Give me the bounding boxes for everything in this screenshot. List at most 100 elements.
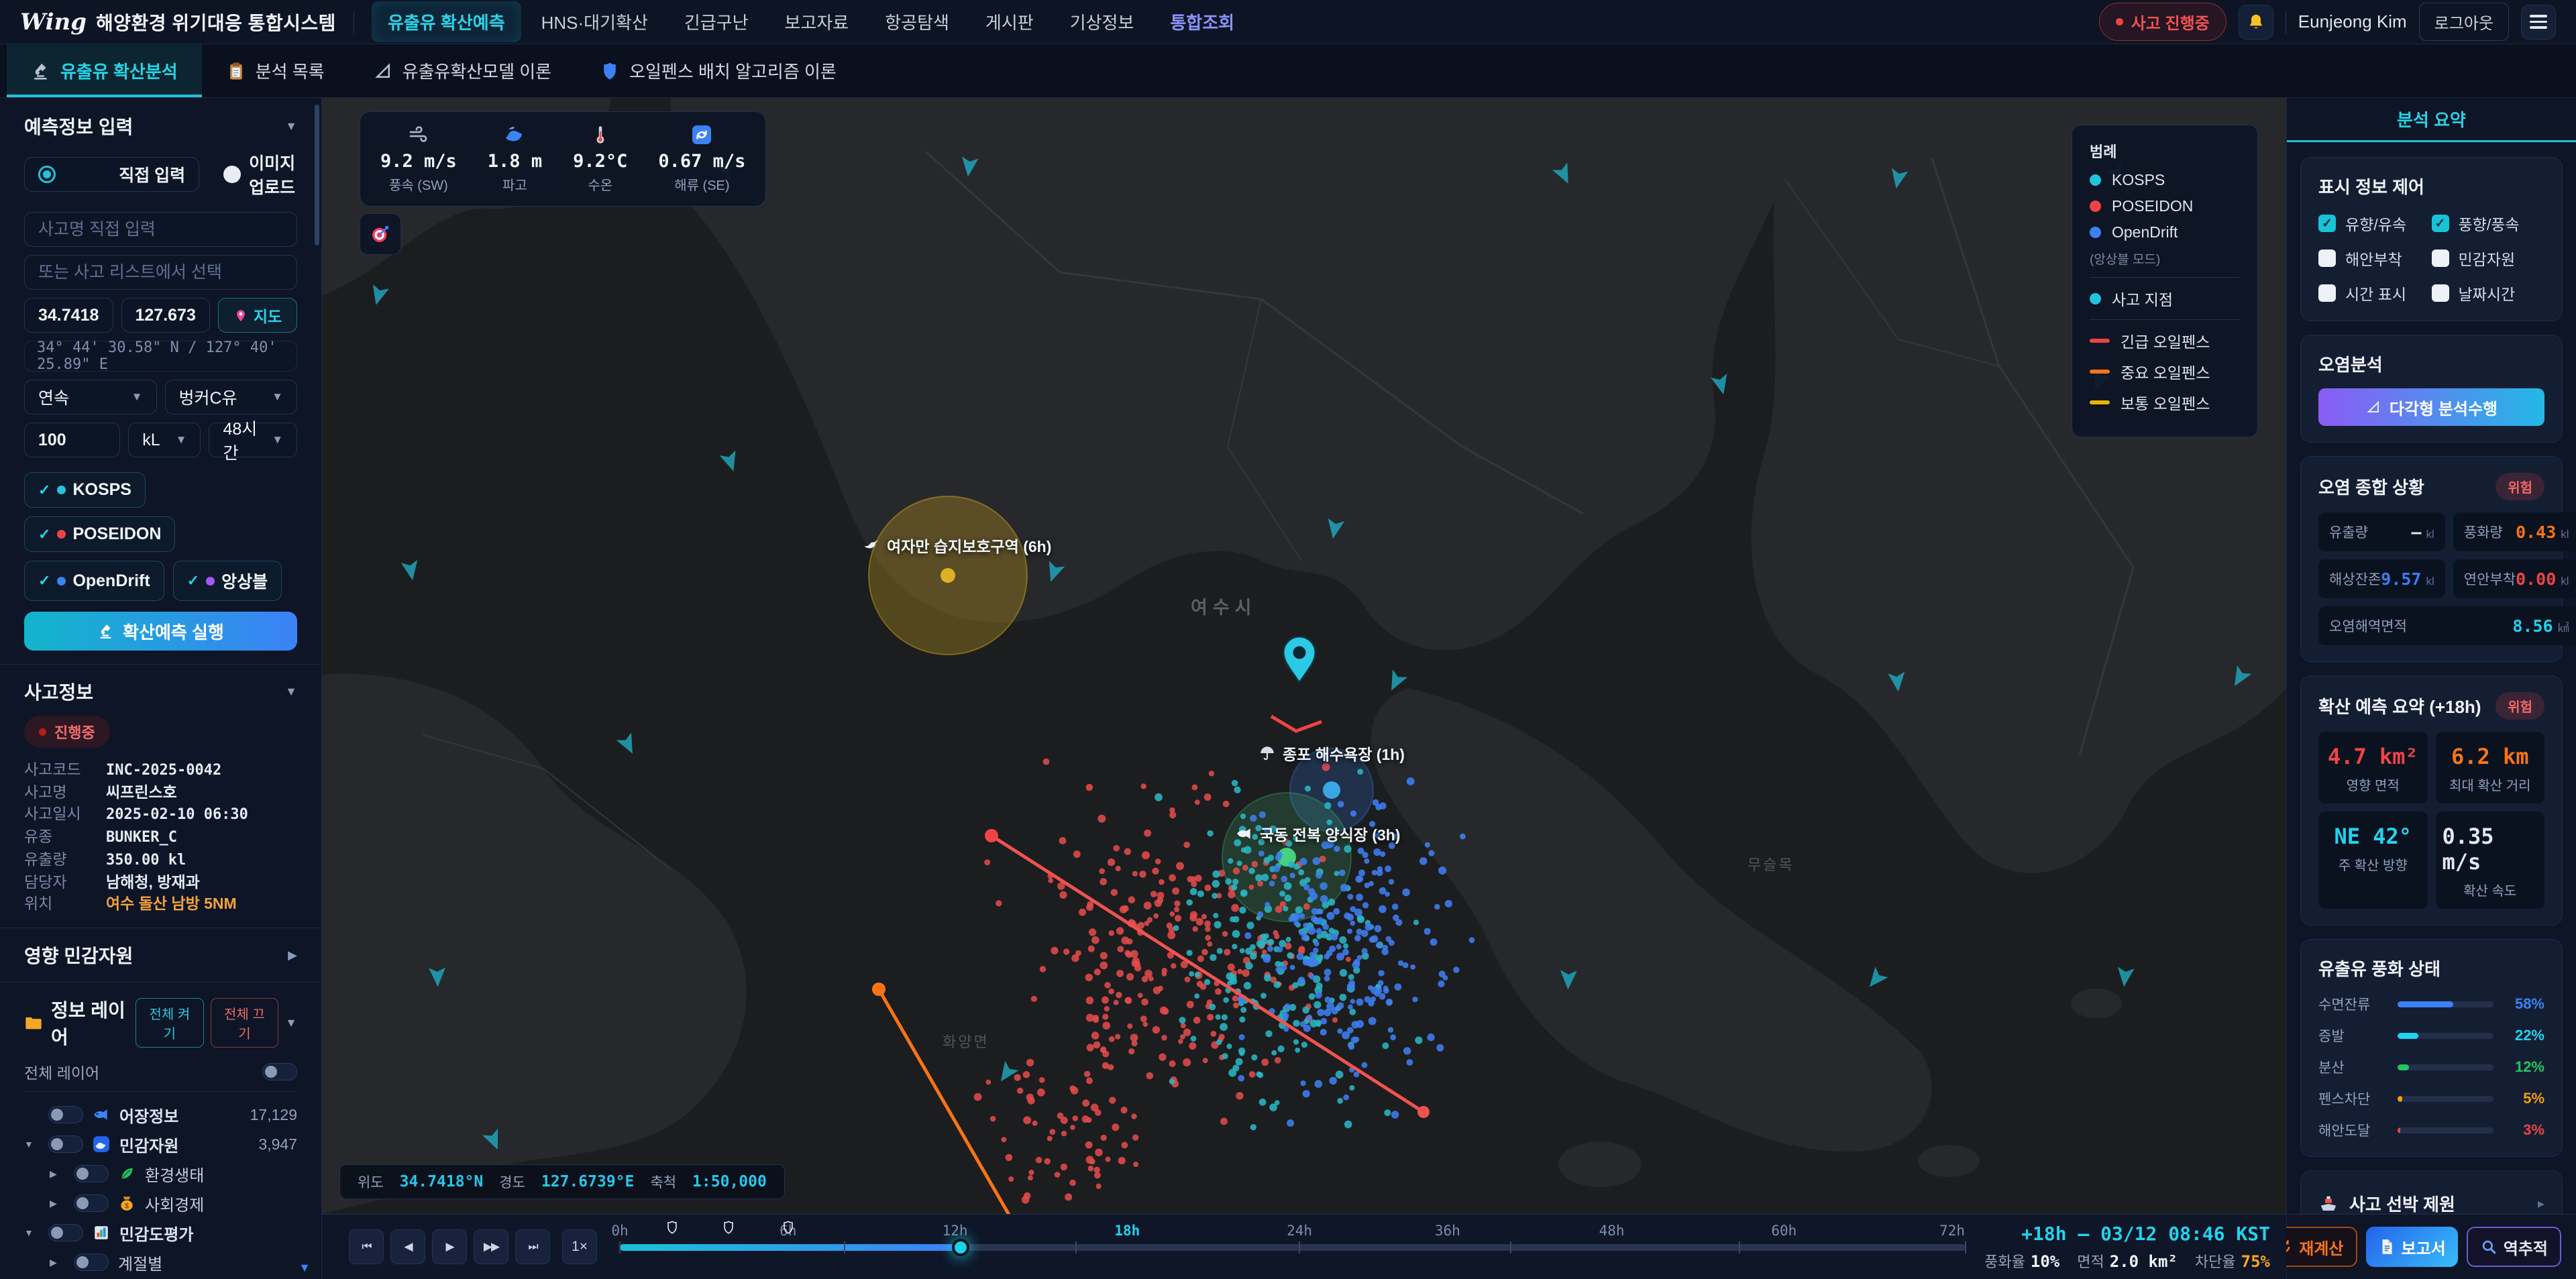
skip-end-button[interactable]: ⏭ — [515, 1229, 550, 1264]
fence-deploy-marker-1[interactable] — [721, 1220, 736, 1236]
all-layers-toggle[interactable] — [262, 1063, 297, 1080]
nav-item-3[interactable]: 보고자료 — [769, 1, 865, 42]
toolbar-tab-3[interactable]: 오일펜스 배치 알고리즘 이론 — [576, 44, 861, 97]
play-button[interactable]: ▶ — [432, 1229, 467, 1264]
layer-toggle[interactable] — [74, 1254, 109, 1271]
site-label-0[interactable]: 여자만 습지보호구역 (6h) — [863, 534, 1051, 557]
timeline-track[interactable] — [620, 1244, 1966, 1251]
bar-percent: 5% — [2503, 1090, 2544, 1107]
current-forecast-time: +18h – 03/12 08:46 KST — [2021, 1223, 2270, 1245]
nav-item-2[interactable]: 긴급구난 — [668, 1, 765, 42]
fast-forward-button[interactable]: ▶▶ — [474, 1229, 508, 1264]
toolbar-tab-0[interactable]: 유출유 확산분석 — [7, 44, 202, 97]
nav-item-4[interactable]: 항공탐색 — [869, 1, 965, 42]
action-button-보고서[interactable]: 보고서 — [2366, 1227, 2458, 1267]
radio-0[interactable]: 직접 입력 — [24, 157, 199, 192]
chevron-down-icon[interactable]: ▼ — [24, 1139, 39, 1150]
collapsed-card-0[interactable]: 사고 선박 제원▸ — [2300, 1170, 2563, 1214]
layer-tree-item-0[interactable]: 어장정보17,129 — [24, 1100, 297, 1129]
nav-item-1[interactable]: HNS·대기확산 — [525, 1, 664, 42]
chevron-right-icon[interactable]: ▶ — [50, 1168, 64, 1180]
logo-mark: Wing — [20, 9, 87, 36]
polygon-analysis-button[interactable]: 다각형 분석수행 — [2318, 388, 2544, 426]
chevron-down-icon[interactable]: ▼ — [24, 1227, 39, 1238]
action-button-역추적[interactable]: 역추적 — [2467, 1227, 2561, 1267]
layers-section-header[interactable]: 정보 레이어 전체 켜기 전체 끄기 ▼ — [24, 996, 297, 1050]
pick-on-map-button[interactable]: 지도 — [218, 298, 297, 333]
stat-label: 풍화량 — [2464, 522, 2503, 542]
toolbar-tab-2[interactable]: 유출유확산모델 이론 — [349, 44, 576, 97]
speed-button[interactable]: 1× — [562, 1229, 597, 1264]
nav-item-6[interactable]: 기상정보 — [1054, 1, 1150, 42]
chevron-right-icon[interactable]: ▶ — [50, 1198, 64, 1209]
toolbar-tab-1[interactable]: 분석 목록 — [202, 44, 349, 97]
amount-input[interactable] — [24, 423, 120, 457]
layer-tree-item-4[interactable]: ▼민감도평가 — [24, 1218, 297, 1247]
model-chip-앙상블[interactable]: ✓앙상블 — [173, 561, 282, 601]
nav-item-7[interactable]: 통합조회 — [1154, 1, 1250, 42]
model-chip-KOSPS[interactable]: ✓KOSPS — [24, 472, 146, 508]
layers-all-off-button[interactable]: 전체 끄기 — [211, 998, 279, 1048]
skip-start-button[interactable]: ⏮ — [349, 1229, 384, 1264]
chevron-down-icon: ▼ — [285, 1016, 297, 1030]
timeline-bar: ⏮ ◀ ▶ ▶▶ ⏭ 1× 0h6h12h18h24h36h48h60h72h … — [322, 1214, 2286, 1279]
chart-icon — [93, 1224, 110, 1241]
display-check-1[interactable]: ✓풍향/풍속 — [2432, 212, 2545, 235]
layer-tree-item-5[interactable]: ▶계절별 — [24, 1247, 297, 1277]
layer-tree-item-1[interactable]: ▼민감자원3,947 — [24, 1129, 297, 1159]
weathering-bar-분산: 분산12% — [2318, 1057, 2544, 1077]
map-canvas[interactable]: 9.2 m/s풍속 (SW)1.8 m파고9.2°C수온0.67 m/s해류 (… — [322, 98, 2286, 1214]
checkbox-label: 해안부착 — [2345, 247, 2402, 270]
toolbar-tab-label: 유출유확산모델 이론 — [402, 58, 552, 83]
menu-button[interactable] — [2521, 5, 2556, 40]
incident-name-input[interactable] — [24, 212, 297, 247]
logout-button[interactable]: 로그아웃 — [2419, 3, 2509, 41]
nav-item-0[interactable]: 유출유 확산예측 — [372, 1, 521, 42]
run-prediction-button[interactable]: 확산예측 실행 — [24, 612, 297, 651]
display-check-5[interactable]: 날짜시간 — [2432, 282, 2545, 304]
layer-toggle[interactable] — [48, 1135, 83, 1153]
tab-analysis-summary[interactable]: 분석 요약 — [2287, 98, 2576, 142]
incident-badge-label: 사고 진행중 — [2131, 10, 2210, 34]
layer-toggle[interactable] — [48, 1106, 83, 1123]
predict-input-section-header[interactable]: 예측정보 입력 ▼ — [24, 113, 297, 140]
layers-all-on-button[interactable]: 전체 켜기 — [136, 998, 204, 1048]
layer-toggle[interactable] — [74, 1194, 109, 1212]
model-chip-POSEIDON[interactable]: ✓POSEIDON — [24, 516, 175, 552]
step-back-button[interactable]: ◀ — [390, 1229, 425, 1264]
bar-fill — [2398, 1033, 2418, 1039]
display-check-2[interactable]: 해안부착 — [2318, 247, 2432, 270]
display-check-4[interactable]: 시간 표시 — [2318, 282, 2432, 304]
radio-1[interactable]: 이미지 업로드 — [223, 150, 297, 199]
impact-section-header[interactable]: 영향 민감자원 ▶ — [24, 942, 297, 968]
oil-type-select[interactable]: 벙커C유▼ — [165, 380, 298, 414]
chevron-right-icon[interactable]: ▶ — [50, 1257, 64, 1268]
layer-tree-item-2[interactable]: ▶환경생태 — [24, 1159, 297, 1188]
notifications-button[interactable] — [2239, 5, 2273, 40]
latitude-input[interactable] — [24, 298, 113, 333]
ruler-icon — [373, 61, 393, 81]
duration-select[interactable]: 48시간▼ — [209, 423, 297, 457]
unit-select[interactable]: kL▼ — [128, 423, 201, 457]
display-check-0[interactable]: ✓유향/유속 — [2318, 212, 2432, 235]
nav-item-5[interactable]: 게시판 — [969, 1, 1050, 42]
longitude-input[interactable] — [121, 298, 211, 333]
site-label-1[interactable]: 종포 해수욕장 (1h) — [1258, 742, 1405, 765]
timeline-handle[interactable] — [952, 1239, 969, 1256]
layer-tree-item-3[interactable]: ▶$사회경제 — [24, 1188, 297, 1218]
layer-toggle[interactable] — [48, 1224, 83, 1241]
site-label-2[interactable]: 국동 전복 양식장 (3h) — [1236, 822, 1400, 845]
layer-toggle[interactable] — [74, 1165, 109, 1182]
timeline-track-area[interactable]: 0h6h12h18h24h36h48h60h72h — [620, 1215, 1966, 1279]
model-chip-OpenDrift[interactable]: ✓OpenDrift — [24, 561, 164, 601]
fence-deploy-marker-0[interactable] — [665, 1220, 680, 1236]
display-check-3[interactable]: 민감자원 — [2432, 247, 2545, 270]
fence-deploy-marker-2[interactable] — [781, 1220, 796, 1236]
stat-unit: ㎢ — [2558, 618, 2569, 635]
weathering-bar-해안도달: 해안도달3% — [2318, 1120, 2544, 1140]
incident-section-header[interactable]: 사고정보 ▼ — [24, 678, 297, 705]
spill-type-select[interactable]: 연속▼ — [24, 380, 157, 414]
sidebar-scrollbar[interactable] — [315, 105, 319, 245]
recenter-incident-button[interactable] — [360, 213, 401, 255]
incident-list-input[interactable] — [24, 255, 297, 290]
